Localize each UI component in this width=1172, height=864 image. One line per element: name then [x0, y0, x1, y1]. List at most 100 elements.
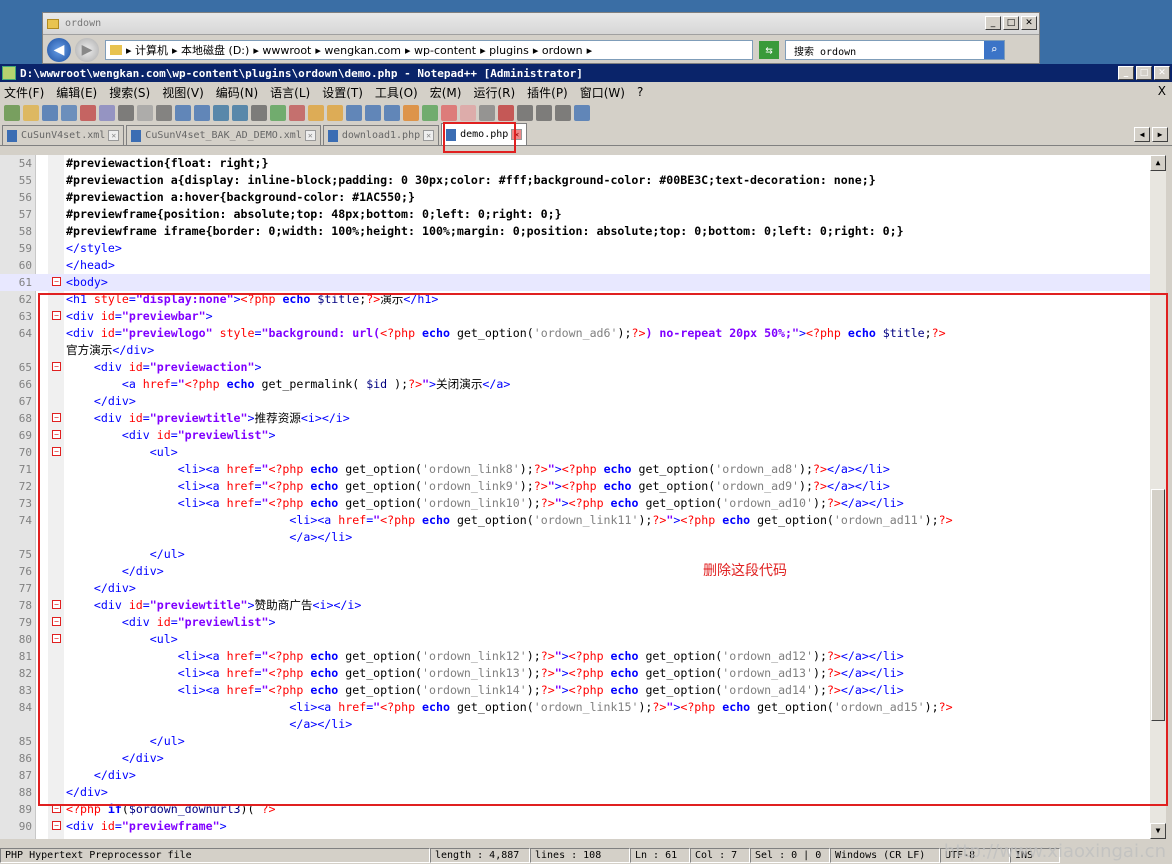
menu-item[interactable]: 设置(T)	[322, 84, 363, 101]
code-line: 59 </style>	[0, 240, 1150, 257]
toolbar-button-icon[interactable]	[384, 105, 400, 121]
line-number: 82	[18, 667, 32, 680]
toolbar-button-icon[interactable]	[251, 105, 267, 121]
toolbar-button-icon[interactable]	[365, 105, 381, 121]
line-number: 57	[18, 208, 32, 221]
fold-toggle-icon[interactable]: −	[52, 821, 61, 830]
menu-item[interactable]: 运行(R)	[473, 84, 515, 101]
menu-item[interactable]: ?	[637, 85, 643, 99]
toolbar-button-icon[interactable]	[118, 105, 134, 121]
tab-scroll-left-button[interactable]: ◀	[1134, 127, 1150, 142]
status-ln: Ln : 61	[630, 848, 690, 863]
search-icon[interactable]: ⌕	[984, 41, 1004, 59]
code-text: #previewframe iframe{border: 0;width: 10…	[66, 224, 904, 238]
npp-title: D:\wwwroot\wengkan.com\wp-content\plugin…	[20, 66, 583, 80]
menu-item[interactable]: 视图(V)	[162, 84, 204, 101]
address-bar[interactable]: ▸ 计算机 ▸ 本地磁盘 (D:) ▸ wwwroot ▸ wengkan.com ▸ …	[105, 40, 753, 60]
toolbar-button-icon[interactable]	[232, 105, 248, 121]
line-number: 81	[18, 650, 32, 663]
minimize-button[interactable]: _	[1118, 66, 1134, 80]
line-number: 83	[18, 684, 32, 697]
toolbar-button-icon[interactable]	[23, 105, 39, 121]
code-text: <body>	[66, 275, 108, 289]
status-lines: lines : 108	[530, 848, 630, 863]
close-button[interactable]: ✕	[1021, 16, 1037, 30]
fold-toggle-icon[interactable]: −	[52, 277, 61, 286]
search-input[interactable]: 搜索 ordown ⌕	[785, 40, 1005, 60]
menubar: 文件(F) 编辑(E) 搜索(S) 视图(V) 编码(N) 语言(L) 设置(T) 工具(O)…	[0, 82, 1172, 102]
toolbar-button-icon[interactable]	[289, 105, 305, 121]
breadcrumb-item[interactable]: ▸ ordown	[533, 44, 583, 57]
toolbar-button-icon[interactable]	[61, 105, 77, 121]
menu-item[interactable]: 插件(P)	[527, 84, 568, 101]
back-button[interactable]: ◀	[47, 38, 71, 62]
breadcrumb-item[interactable]: ▸ 计算机	[126, 42, 168, 58]
menu-item[interactable]: 语言(L)	[270, 84, 310, 101]
breadcrumb-item[interactable]: ▸ plugins	[480, 44, 529, 57]
menu-item[interactable]: 窗口(W)	[580, 84, 625, 101]
close-tab-icon[interactable]: ✕	[304, 130, 316, 141]
line-number: 61	[18, 276, 32, 289]
toolbar-button-icon[interactable]	[555, 105, 571, 121]
toolbar-button-icon[interactable]	[327, 105, 343, 121]
tab-cusunv4set-xml[interactable]: CuSunV4set.xml ✕	[2, 125, 125, 145]
toolbar-button-icon[interactable]	[574, 105, 590, 121]
line-number: 68	[18, 412, 32, 425]
menu-item[interactable]: 文件(F)	[4, 84, 44, 101]
toolbar-button-icon[interactable]	[80, 105, 96, 121]
tab-cusunv4set-bak-ad-demo-xml[interactable]: CuSunV4set_BAK_AD_DEMO.xml ✕	[126, 125, 321, 145]
toolbar-button-icon[interactable]	[194, 105, 210, 121]
toolbar-button-icon[interactable]	[42, 105, 58, 121]
close-tab-icon[interactable]: ✕	[423, 130, 435, 141]
close-tab-icon[interactable]: ✕	[108, 130, 120, 141]
line-number: 65	[18, 361, 32, 374]
toolbar-button-icon[interactable]	[308, 105, 324, 121]
tab-scroll-right-button[interactable]: ▶	[1152, 127, 1168, 142]
menu-item[interactable]: 编码(N)	[216, 84, 258, 101]
minimize-button[interactable]: _	[985, 16, 1001, 30]
toolbar-button-icon[interactable]	[479, 105, 495, 121]
toolbar-button-icon[interactable]	[441, 105, 457, 121]
breadcrumb-item[interactable]: ▸ 本地磁盘 (D:)	[172, 42, 249, 58]
maximize-button[interactable]: □	[1136, 66, 1152, 80]
toolbar-button-icon[interactable]	[536, 105, 552, 121]
toolbar-button-icon[interactable]	[517, 105, 533, 121]
breadcrumb-item[interactable]: ▸ wwwroot	[253, 44, 311, 57]
active-tab-highlight	[443, 122, 516, 153]
toolbar-button-icon[interactable]	[175, 105, 191, 121]
menu-item[interactable]: 搜索(S)	[109, 84, 150, 101]
menu-item[interactable]: 宏(M)	[430, 84, 462, 101]
breadcrumb-item[interactable]: ▸ wengkan.com	[315, 44, 401, 57]
line-number: 79	[18, 616, 32, 629]
toolbar-button-icon[interactable]	[99, 105, 115, 121]
notepadpp-window: D:\wwwroot\wengkan.com\wp-content\plugin…	[0, 64, 1172, 864]
toolbar-button-icon[interactable]	[213, 105, 229, 121]
menu-item[interactable]: 工具(O)	[375, 84, 418, 101]
toolbar-button-icon[interactable]	[156, 105, 172, 121]
tab-download1-php[interactable]: download1.php ✕	[322, 125, 440, 145]
toolbar-button-icon[interactable]	[403, 105, 419, 121]
code-line: 54 #previewaction{float: right;}	[0, 155, 1150, 172]
highlight-box	[38, 293, 1168, 806]
toolbar-button-icon[interactable]	[270, 105, 286, 121]
toolbar	[0, 102, 1172, 124]
breadcrumb-item[interactable]: ▸	[587, 44, 593, 57]
breadcrumb-item[interactable]: ▸ wp-content	[405, 44, 476, 57]
forward-button[interactable]: ▶	[75, 38, 99, 62]
menu-item[interactable]: 编辑(E)	[56, 84, 97, 101]
toolbar-button-icon[interactable]	[498, 105, 514, 121]
notepadpp-icon	[2, 66, 16, 80]
toolbar-button-icon[interactable]	[460, 105, 476, 121]
close-document-button[interactable]: X	[1158, 84, 1166, 98]
close-button[interactable]: ✕	[1154, 66, 1170, 80]
line-number: 87	[18, 769, 32, 782]
toolbar-button-icon[interactable]	[422, 105, 438, 121]
maximize-button[interactable]: □	[1003, 16, 1019, 30]
toolbar-button-icon[interactable]	[137, 105, 153, 121]
toolbar-button-icon[interactable]	[4, 105, 20, 121]
scroll-up-button[interactable]: ▲	[1150, 155, 1166, 171]
code-text: #previewframe{position: absolute;top: 48…	[66, 207, 562, 221]
toolbar-button-icon[interactable]	[346, 105, 362, 121]
scroll-down-button[interactable]: ▼	[1150, 823, 1166, 839]
refresh-button[interactable]: ⇆	[759, 41, 779, 59]
